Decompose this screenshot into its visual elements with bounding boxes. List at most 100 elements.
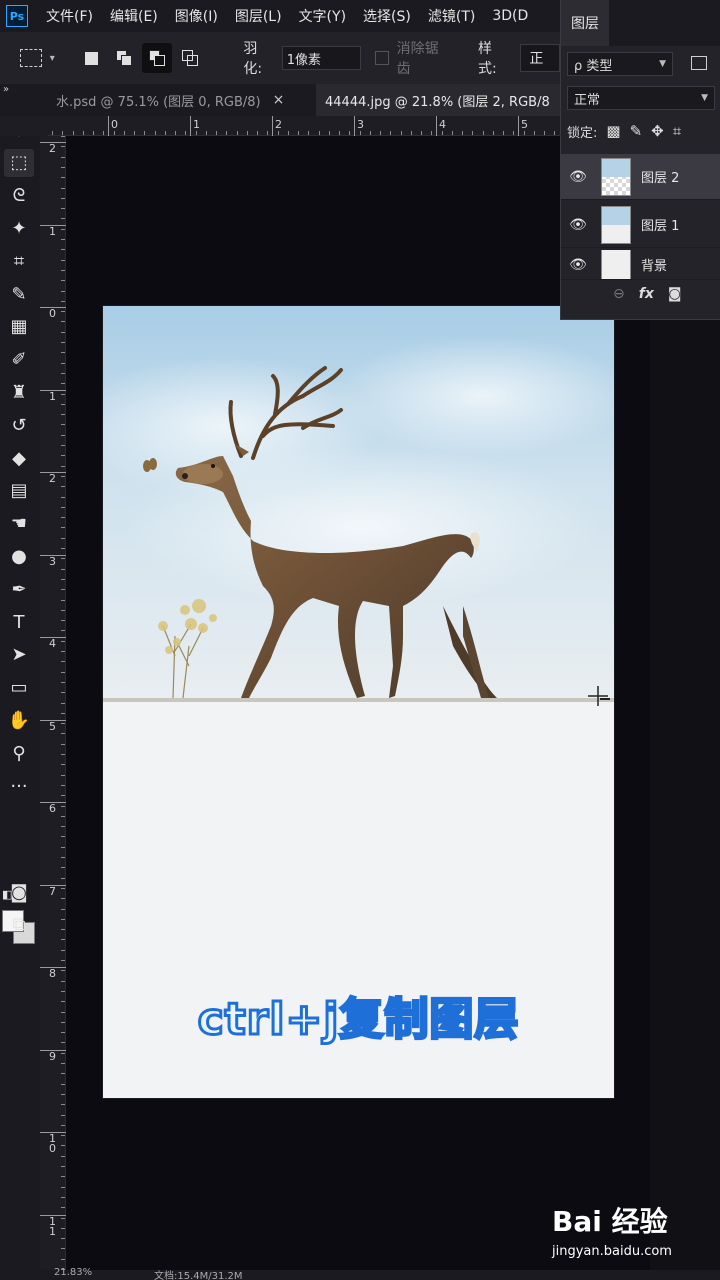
healing-brush-tool[interactable]: ▦	[4, 313, 34, 341]
ruler-minor-tick	[154, 131, 156, 135]
ruler-minor-tick	[72, 131, 74, 135]
tab-layers[interactable]: 图层	[561, 0, 609, 46]
eyedropper-tool[interactable]: ✎	[4, 280, 34, 308]
brush-tool[interactable]: ✐	[4, 346, 34, 374]
collapse-arrows-icon[interactable]: »	[3, 84, 9, 95]
ruler-minor-tick	[61, 1217, 65, 1219]
anti-alias-checkbox[interactable]	[374, 51, 389, 65]
close-icon[interactable]: ×	[273, 92, 285, 108]
zoom-tool[interactable]: ⚲	[4, 739, 34, 767]
ruler-minor-tick	[482, 131, 484, 135]
ruler-minor-tick	[61, 578, 65, 580]
quick-mask-icon[interactable]: ◙	[4, 878, 34, 906]
menu-edit[interactable]: 编辑(E)	[110, 6, 158, 26]
layer-name: 背景	[641, 259, 668, 274]
layer-row-layer-2[interactable]: 👁 图层 2	[561, 154, 720, 200]
menu-filter[interactable]: 滤镜(T)	[428, 6, 475, 26]
eraser-tool[interactable]: ◆	[4, 444, 34, 472]
gradient-tool[interactable]: ▤	[4, 477, 34, 505]
eye-icon[interactable]: 👁	[561, 217, 595, 233]
new-selection-button[interactable]	[77, 43, 107, 73]
intersect-selection-button[interactable]	[175, 43, 205, 73]
tab-44444-jpg[interactable]: 44444.jpg @ 21.8% (图层 2, RGB/8	[316, 84, 560, 116]
hand-tool[interactable]: ✋	[4, 706, 34, 734]
ruler-minor-tick	[451, 131, 453, 135]
menu-3d[interactable]: 3D(D	[492, 8, 528, 24]
menu-type[interactable]: 文字(Y)	[299, 6, 346, 26]
ruler-minor-tick	[61, 1104, 65, 1106]
ruler-minor-tick	[61, 867, 65, 869]
status-doc-size: 文档:15.4M/31.2M	[154, 1271, 243, 1280]
ruler-minor-tick	[503, 131, 504, 135]
ruler-major-tick	[272, 116, 273, 136]
lock-label: 锁定:	[567, 125, 598, 141]
lock-artboard-icon[interactable]: ⌗	[673, 122, 681, 140]
ruler-major-tick	[190, 116, 191, 136]
ruler-minor-tick	[61, 784, 65, 786]
crop-tool[interactable]: ⌗	[4, 247, 34, 275]
tab-water-psd[interactable]: 水.psd @ 75.1% (图层 0, RGB/8) ×	[56, 84, 306, 116]
ruler-minor-tick	[328, 131, 330, 135]
style-select[interactable]: 正	[520, 44, 560, 72]
ruler-minor-tick	[61, 805, 65, 807]
ruler-label: 4	[439, 118, 446, 131]
feather-input[interactable]: 1像素	[281, 46, 361, 70]
ruler-minor-tick	[185, 131, 187, 135]
menu-select[interactable]: 选择(S)	[363, 6, 411, 26]
path-selection-tool[interactable]: ➤	[4, 641, 34, 669]
clone-stamp-tool[interactable]: ♜	[4, 378, 34, 406]
menu-file[interactable]: 文件(F)	[46, 6, 93, 26]
eye-icon[interactable]: 👁	[561, 257, 595, 273]
fx-icon[interactable]: fx	[639, 286, 654, 302]
ruler-minor-tick	[61, 1166, 65, 1167]
history-brush-tool[interactable]: ↺	[4, 411, 34, 439]
lock-pixels-icon[interactable]: ✎	[630, 122, 643, 140]
status-zoom[interactable]: 21.83%	[54, 1267, 92, 1278]
ruler-minor-tick	[61, 1042, 65, 1044]
ruler-label: 2	[49, 472, 56, 485]
ruler-label: 3	[49, 554, 56, 568]
subtract-selection-button[interactable]	[142, 43, 172, 73]
eye-icon[interactable]: 👁	[561, 169, 595, 185]
magic-wand-tool[interactable]: ✦	[4, 214, 34, 242]
ruler-minor-tick	[61, 568, 65, 570]
type-tool[interactable]: T	[4, 608, 34, 636]
ruler-minor-tick	[61, 1176, 65, 1178]
more-tools[interactable]: ···	[4, 772, 34, 800]
image-filter-icon[interactable]	[691, 56, 707, 70]
tools-panel: » ◧ ⇆ ◙ ⧉ ✥⬚ᘓ✦⌗✎▦✐♜↺◆▤☚●✒T➤▭✋⚲···	[0, 84, 40, 1280]
lasso-tool[interactable]: ᘓ	[4, 182, 34, 210]
ruler-minor-tick	[61, 1083, 65, 1085]
ruler-minor-tick	[400, 131, 402, 135]
photoshop-logo-icon: Ps	[6, 5, 28, 27]
screen-mode-icon[interactable]: ⧉	[4, 910, 34, 938]
ruler-minor-tick	[61, 527, 65, 529]
link-layers-icon[interactable]: ⊖	[613, 286, 625, 302]
ruler-minor-tick	[61, 156, 65, 158]
rectangle-tool[interactable]: ▭	[4, 674, 34, 702]
chevron-down-icon[interactable]: ▾	[50, 53, 55, 64]
add-selection-button[interactable]	[109, 43, 139, 73]
layer-thumbnail	[601, 205, 631, 244]
layer-filter-select[interactable]: ρ 类型 ▼	[567, 52, 673, 76]
layer-row-layer-1[interactable]: 👁 图层 1	[561, 202, 720, 248]
menu-image[interactable]: 图像(I)	[175, 6, 218, 26]
lock-position-icon[interactable]: ✥	[651, 122, 664, 140]
ruler-minor-tick	[61, 517, 65, 519]
add-mask-icon[interactable]: ◙	[668, 286, 682, 302]
menu-layer[interactable]: 图层(L)	[235, 6, 282, 26]
ruler-minor-tick	[61, 403, 65, 405]
panel-dock-strip	[650, 320, 720, 1280]
ruler-minor-tick	[61, 661, 65, 663]
marquee-preset-icon[interactable]	[20, 49, 42, 67]
blend-mode-select[interactable]: 正常 ▼	[567, 86, 715, 110]
lock-transparency-icon[interactable]: ▩	[606, 122, 620, 140]
dodge-tool[interactable]: ●	[4, 542, 34, 570]
pen-tool[interactable]: ✒	[4, 575, 34, 603]
layer-row-background[interactable]: 👁 背景	[561, 250, 720, 280]
smudge-tool[interactable]: ☚	[4, 510, 34, 538]
tab-label: 水.psd @ 75.1% (图层 0, RGB/8)	[56, 94, 261, 110]
marquee-tool[interactable]: ⬚	[4, 148, 34, 177]
ruler-minor-tick	[61, 1207, 65, 1209]
ruler-minor-tick	[195, 131, 197, 135]
